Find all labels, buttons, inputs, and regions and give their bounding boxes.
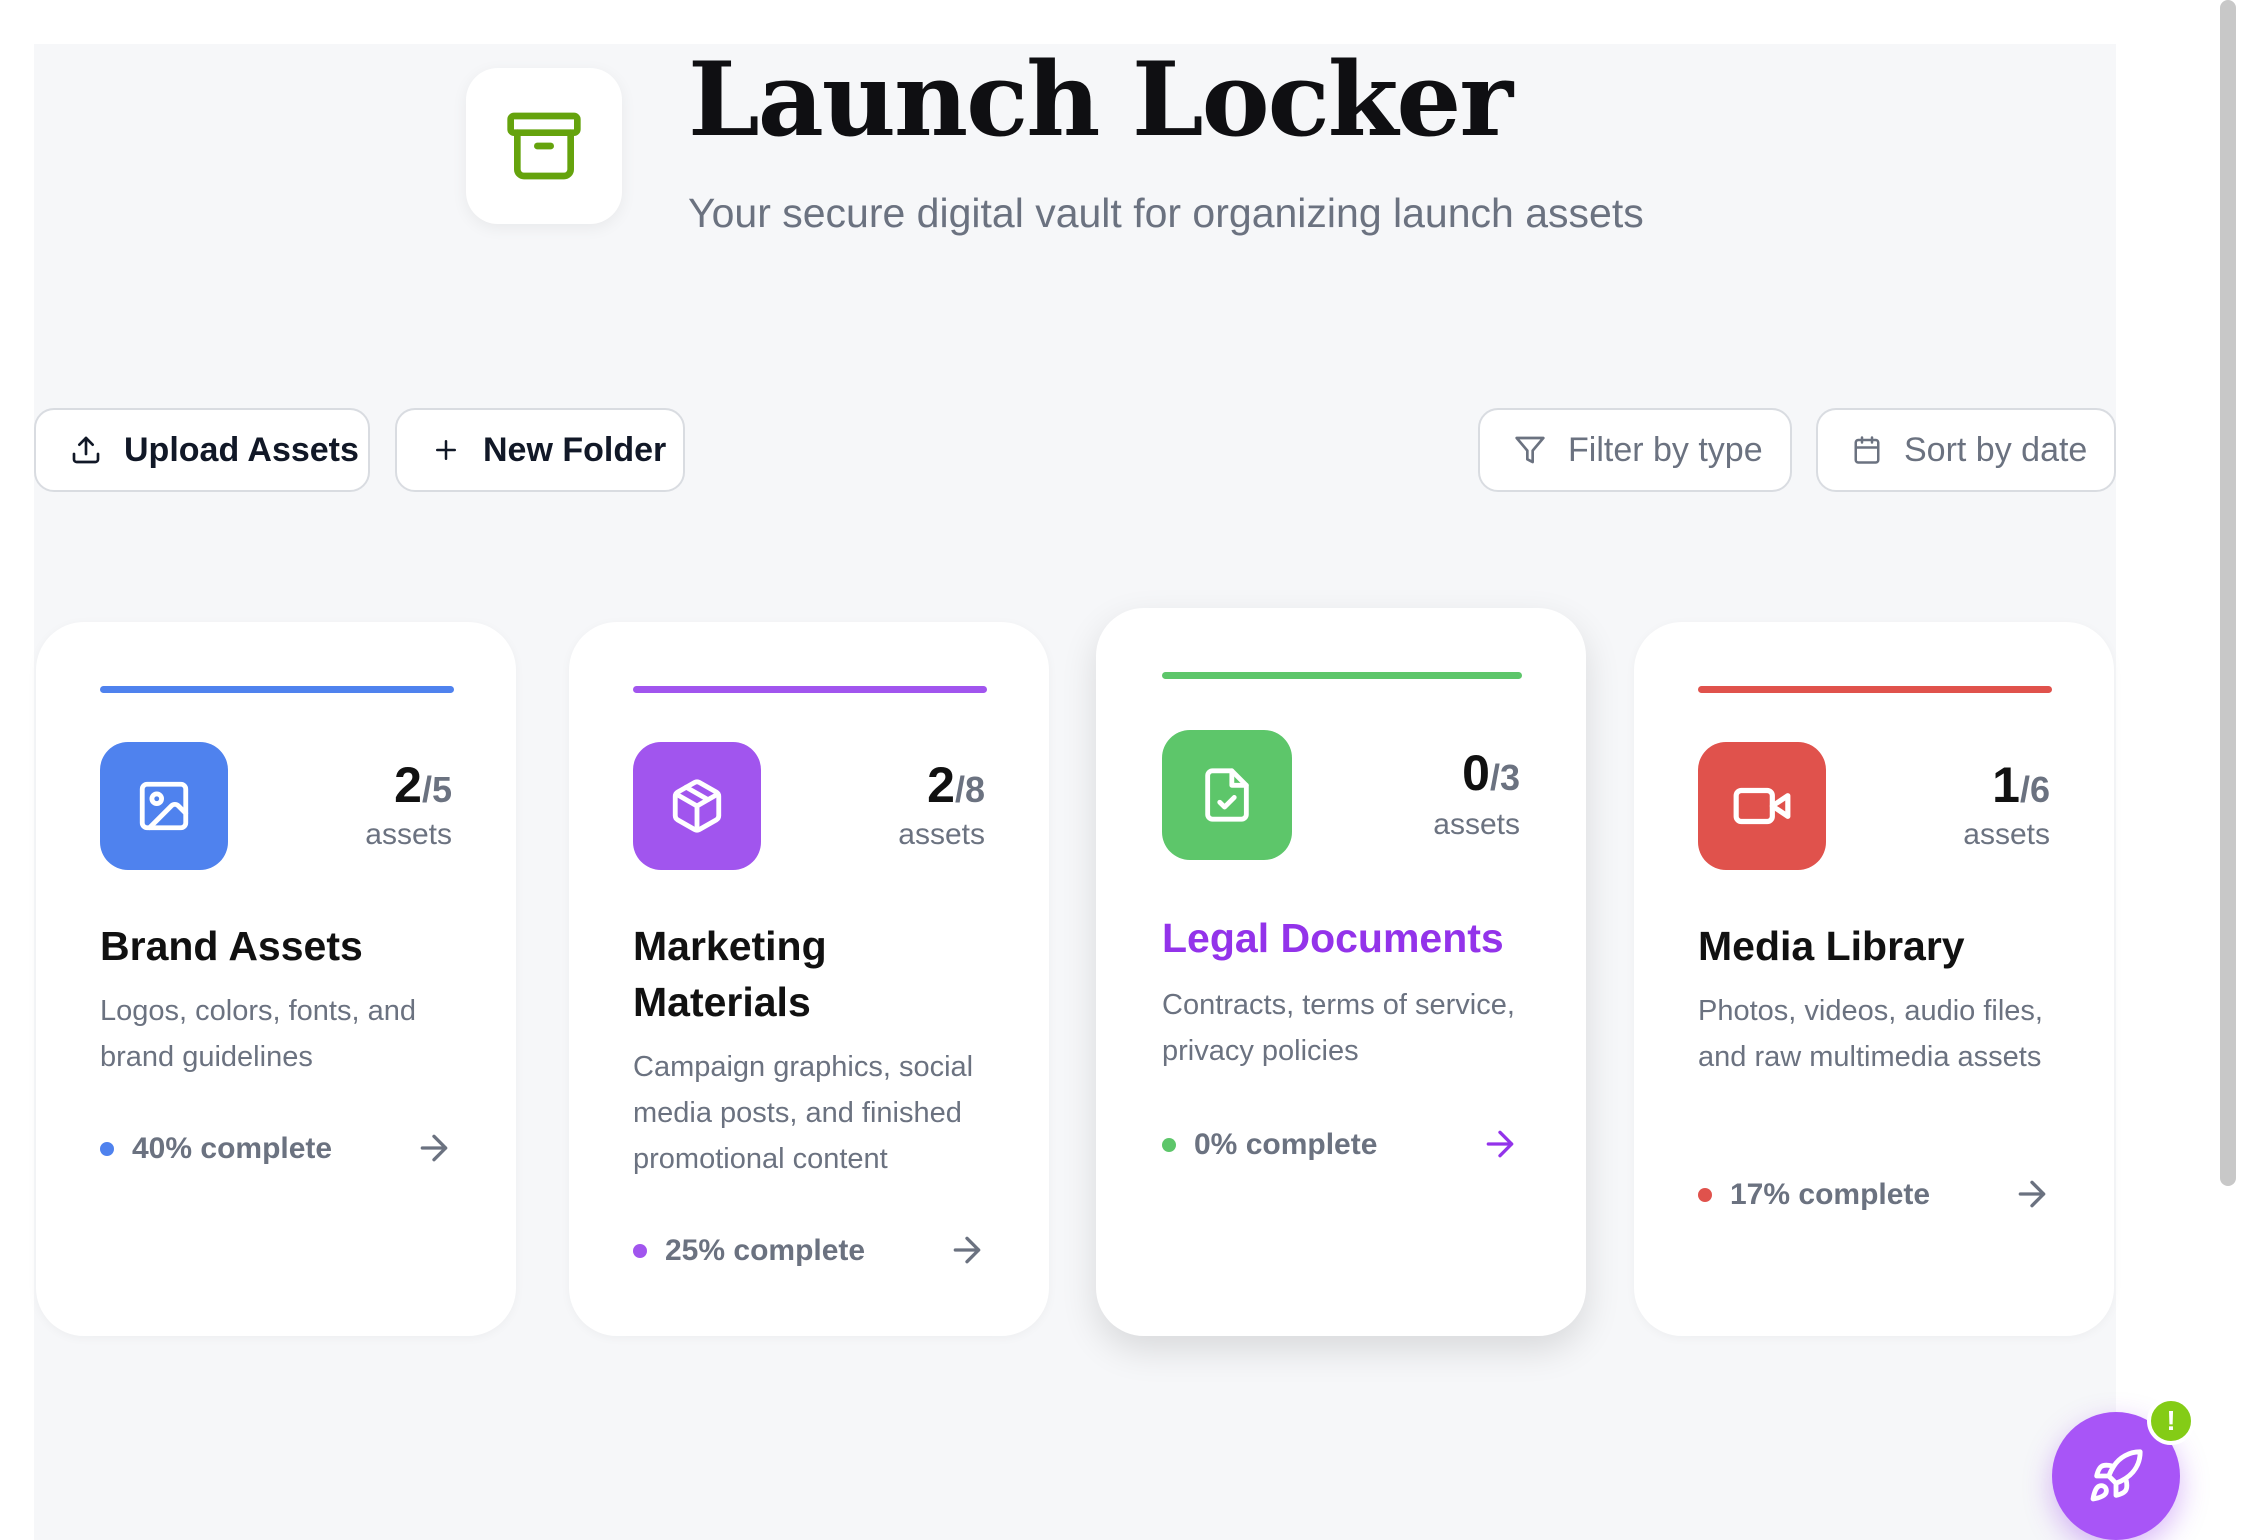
folder-card-legal-documents[interactable]: 0/3 assets Legal Documents Contracts, te… xyxy=(1096,608,1586,1336)
progress-text: 0% complete xyxy=(1194,1128,1378,1161)
card-title: Media Library xyxy=(1698,923,1965,969)
progress-text: 40% complete xyxy=(132,1132,333,1165)
file-check-icon xyxy=(1205,768,1249,822)
arrow-right-icon[interactable] xyxy=(414,1128,454,1168)
rocket-icon xyxy=(2090,1449,2143,1502)
card-title: Legal Documents xyxy=(1162,915,1504,961)
archive-icon xyxy=(466,68,622,224)
plus-icon xyxy=(436,440,456,460)
status-dot xyxy=(100,1142,114,1156)
card-description: Photos, videos, audio files, and raw mul… xyxy=(1698,995,2043,1073)
filter-by-type-label: Filter by type xyxy=(1568,430,1763,469)
folder-card-marketing-materials[interactable]: 2/8 assets Marketing Materials Campaign … xyxy=(569,622,1049,1336)
status-dot xyxy=(1698,1188,1712,1202)
folder-card-media-library[interactable]: 1/6 assets Media Library Photos, videos,… xyxy=(1634,622,2114,1336)
card-accent-bar xyxy=(1162,672,1522,679)
image-icon xyxy=(139,781,189,831)
asset-count: 1/6 xyxy=(1992,756,2050,814)
card-description: Contracts, terms of service, privacy pol… xyxy=(1162,989,1515,1067)
page-title: Launch Locker xyxy=(688,40,1513,160)
status-dot xyxy=(633,1244,647,1258)
asset-count-label: assets xyxy=(898,818,985,851)
card-accent-bar xyxy=(1698,686,2052,693)
sort-by-date-label: Sort by date xyxy=(1904,430,2088,469)
package-icon xyxy=(672,779,722,833)
asset-count-label: assets xyxy=(365,818,452,851)
card-description: Campaign graphics, social media posts, a… xyxy=(633,1051,974,1175)
card-description: Logos, colors, fonts, and brand guidelin… xyxy=(100,995,416,1073)
notification-badge: ! xyxy=(2147,1397,2195,1445)
asset-count-value: 2 xyxy=(394,757,422,813)
new-folder-label: New Folder xyxy=(483,430,667,469)
asset-count-value: 1 xyxy=(1992,757,2020,813)
upload-assets-button[interactable]: Upload Assets xyxy=(34,408,370,492)
progress-status: 17% complete xyxy=(1698,1178,1930,1212)
asset-count-label: assets xyxy=(1433,808,1520,841)
new-folder-button[interactable]: New Folder xyxy=(395,408,685,492)
filter-by-type-button[interactable]: Filter by type xyxy=(1478,408,1792,492)
video-icon xyxy=(1733,787,1791,825)
asset-count-label: assets xyxy=(1963,818,2050,851)
upload-icon xyxy=(72,436,100,464)
folder-card-brand-assets[interactable]: 2/5 assets Brand Assets Logos, colors, f… xyxy=(36,622,516,1336)
asset-count-value: 0 xyxy=(1462,745,1490,801)
arrow-right-icon[interactable] xyxy=(2012,1174,2052,1214)
arrow-right-icon[interactable] xyxy=(1480,1124,1520,1164)
asset-count-total: /5 xyxy=(421,769,452,810)
card-title: Marketing Materials xyxy=(633,923,827,1025)
asset-count-value: 2 xyxy=(927,757,955,813)
card-accent-bar xyxy=(100,686,454,693)
card-icon-tile xyxy=(1698,742,1826,870)
asset-count-total: /3 xyxy=(1489,757,1520,798)
calendar-icon xyxy=(1854,436,1880,464)
card-icon-tile xyxy=(633,742,761,870)
arrow-right-icon[interactable] xyxy=(947,1230,987,1270)
progress-text: 25% complete xyxy=(665,1234,866,1267)
progress-status: 25% complete xyxy=(633,1234,865,1268)
progress-text: 17% complete xyxy=(1730,1178,1931,1211)
progress-status: 40% complete xyxy=(100,1132,332,1166)
card-title: Brand Assets xyxy=(100,923,363,969)
card-icon-tile xyxy=(1162,730,1292,860)
asset-count-total: /6 xyxy=(2019,769,2050,810)
asset-count-total: /8 xyxy=(954,769,985,810)
asset-count: 2/5 xyxy=(394,756,452,814)
asset-count: 0/3 xyxy=(1462,744,1520,802)
card-accent-bar xyxy=(633,686,987,693)
progress-status: 0% complete xyxy=(1162,1128,1377,1162)
asset-count: 2/8 xyxy=(927,756,985,814)
upload-assets-label: Upload Assets xyxy=(124,430,359,469)
scrollbar-thumb[interactable] xyxy=(2220,0,2236,1186)
filter-icon xyxy=(1515,436,1545,464)
page-subtitle: Your secure digital vault for organizing… xyxy=(688,190,1644,236)
card-icon-tile xyxy=(100,742,228,870)
status-dot xyxy=(1162,1138,1176,1152)
sort-by-date-button[interactable]: Sort by date xyxy=(1816,408,2116,492)
